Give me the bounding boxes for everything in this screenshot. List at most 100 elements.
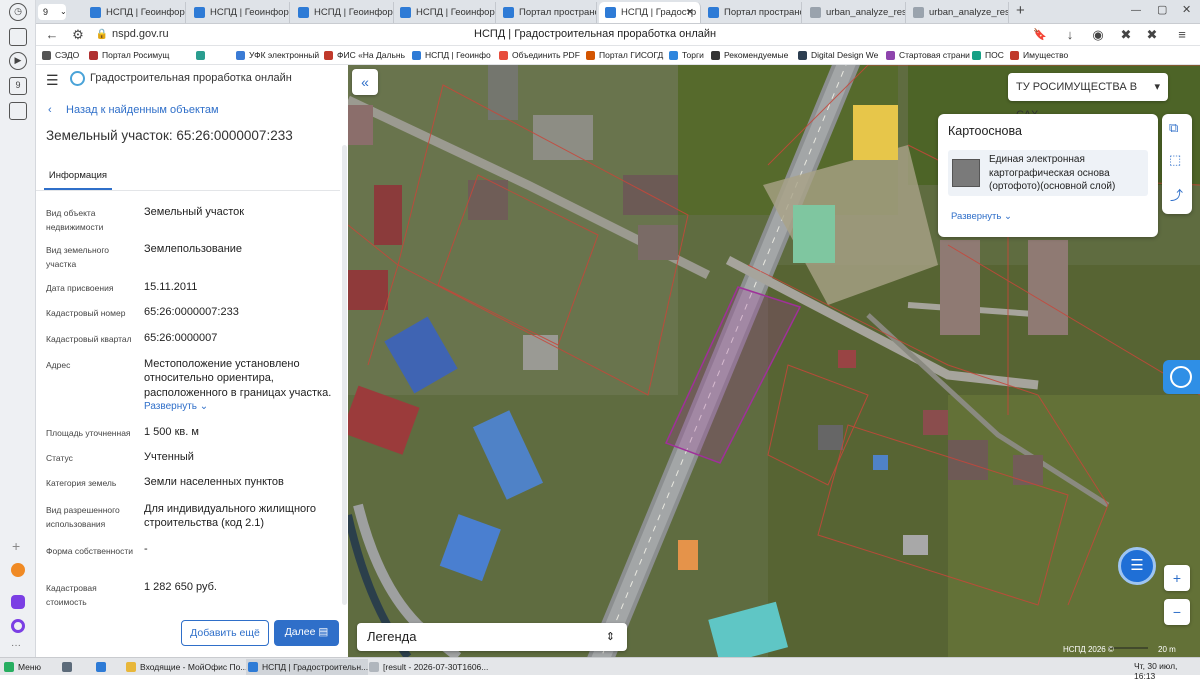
tab-9[interactable]: urban_analyze_resul [907, 2, 1009, 23]
taskbar-item[interactable]: Входящие - МойОфис По... [124, 659, 247, 675]
basemap-title: Картооснова [948, 124, 1022, 138]
zoom-out-button[interactable]: − [1164, 599, 1190, 625]
tab-5[interactable]: Портал пространст [497, 2, 597, 23]
add-more-button[interactable]: Добавить ещё [181, 620, 269, 646]
settings-icon[interactable]: ⚙ [70, 27, 86, 43]
back-link[interactable]: Назад к найденным объектам [66, 104, 219, 116]
tab-bar: 9 ⌄ НСПД | Геоинформ НСПД | Геоинформ НС… [36, 0, 1200, 24]
bookmark-icon[interactable]: 🔖 [1032, 27, 1048, 43]
row-label: Кадастровый номер [46, 308, 126, 318]
bookmark-item[interactable]: СЭДО [42, 48, 79, 63]
clock: Чт, 30 июл, 16:13 [1134, 661, 1178, 681]
tab-3[interactable]: НСПД | Геоинформ [292, 2, 394, 23]
logo-icon [70, 71, 85, 86]
clipboard-icon[interactable] [9, 102, 27, 120]
tab-7[interactable]: Портал пространст [702, 2, 802, 23]
zoom-in-button[interactable]: + [1164, 565, 1190, 591]
pages-icon[interactable] [9, 28, 27, 46]
bookmark-item[interactable]: ПОС [972, 48, 1004, 63]
bookmark-icon-only[interactable] [196, 48, 212, 63]
assistant-icon[interactable] [11, 619, 25, 633]
close-tab-icon[interactable]: ✕ [686, 2, 694, 23]
play-icon[interactable]: ▶ [9, 52, 27, 70]
row-label: Статус [46, 453, 73, 463]
counter-icon[interactable]: 9 [9, 77, 27, 95]
object-title: Земельный участок: 65:26:0000007:233 [46, 128, 293, 143]
add-icon[interactable]: + [12, 538, 20, 554]
row-label: Форма собственности [46, 546, 133, 556]
share-icon[interactable]: ⤴ [1170, 185, 1183, 204]
row-label: Вид земельного участка [46, 245, 110, 269]
tab-information[interactable]: Информация [44, 165, 112, 190]
basemap-layer-item[interactable]: Единая электронная картографическая осно… [948, 150, 1148, 196]
next-button[interactable]: Далее ▤ [274, 620, 339, 646]
side-widget-button[interactable] [1163, 360, 1200, 394]
scrollbar[interactable] [342, 145, 347, 605]
row-value: Для индивидуального жилищного строительс… [144, 503, 317, 529]
menu-icon[interactable]: ≡ [1174, 27, 1190, 43]
bookmark-item[interactable]: Объединить PDF [499, 48, 580, 63]
address-bar: ← ⚙ 🔒 nspd.gov.ru НСПД | Градостроительн… [36, 24, 1200, 46]
document-icon: ▤ [318, 626, 329, 638]
layers-icon[interactable]: ⧉ [1169, 120, 1178, 136]
mail-icon[interactable] [11, 563, 25, 577]
app-shortcut[interactable] [60, 659, 78, 675]
bookmark-item[interactable]: Портал Росимущ [89, 48, 169, 63]
back-chevron-icon[interactable]: ‹ [48, 104, 52, 116]
start-menu[interactable]: Меню [2, 659, 41, 675]
messenger-icon[interactable] [11, 595, 25, 609]
history-icon[interactable]: ◷ [9, 3, 27, 21]
browser-shortcut[interactable] [94, 659, 112, 675]
row-value: 1 282 650 руб. [144, 581, 217, 593]
legend-select[interactable]: Легенда ⇕ [357, 623, 627, 651]
download-icon[interactable]: ↓ [1062, 27, 1078, 43]
row-label: Дата присвоения [46, 283, 114, 293]
basemap-expand-link[interactable]: Развернуть ⌄ [951, 211, 1012, 222]
bookmark-item[interactable]: Стартовая страни [886, 48, 970, 63]
map-tools: ⧉ ⬚ ⤴ [1162, 114, 1192, 214]
select-area-icon[interactable]: ⬚ [1169, 152, 1181, 168]
tab-1[interactable]: НСПД | Геоинформ [84, 2, 186, 23]
taskbar-item[interactable]: [result - 2026-07-30T1606... [367, 659, 488, 675]
row-label: Вид объекта недвижимости [46, 208, 104, 232]
hamburger-icon[interactable]: ☰ [46, 72, 59, 89]
extension-icon[interactable]: ◉ [1090, 27, 1106, 43]
row-value: Землепользование [144, 243, 243, 255]
chat-button[interactable]: ☰ [1118, 547, 1156, 585]
more-icon[interactable]: ··· [11, 640, 21, 651]
chevron-down-icon[interactable]: ⌄ [60, 4, 74, 20]
expand-address-link[interactable]: Развернуть ⌄ [144, 401, 208, 412]
close-window-icon[interactable]: ✕ [1182, 3, 1191, 16]
url-text[interactable]: nspd.gov.ru [112, 28, 169, 40]
widget-icon [1170, 366, 1192, 388]
taskbar-item-active[interactable]: НСПД | Градостроительн... [246, 659, 369, 675]
region-select[interactable]: ТУ РОСИМУЩЕСТВА В САХ...▾ [1008, 73, 1168, 121]
tab-2[interactable]: НСПД | Геоинформ [188, 2, 290, 23]
row-label: Площадь уточненная [46, 428, 131, 438]
extension-2-icon[interactable]: ✖ [1118, 27, 1134, 43]
taskbar: Меню Входящие - МойОфис По... НСПД | Гра… [0, 657, 1200, 681]
bookmark-item[interactable]: Digital Design We [798, 48, 878, 63]
back-icon[interactable]: ← [44, 27, 60, 43]
bookmark-item[interactable]: Торги [669, 48, 704, 63]
chevron-down-icon: ▾ [1154, 81, 1160, 93]
tab-6-active[interactable]: НСПД | Градостр ✕ [599, 2, 701, 23]
maximize-icon[interactable]: ▢ [1157, 3, 1167, 16]
minimize-icon[interactable]: — [1131, 5, 1141, 16]
tab-4[interactable]: НСПД | Геоинформ [394, 2, 496, 23]
chat-icon: ☰ [1130, 557, 1144, 574]
new-tab-icon[interactable]: + [1016, 2, 1025, 19]
map-view[interactable]: « ТУ РОСИМУЩЕСТВА В САХ...▾ Картооснова … [348, 65, 1200, 657]
bookmark-item[interactable]: УФК электронный [236, 48, 319, 63]
sort-icon: ⇕ [605, 631, 615, 643]
bookmark-item[interactable]: Рекомендуемые [711, 48, 788, 63]
bookmark-item[interactable]: ФИС «На Дальнь [324, 48, 405, 63]
tab-8[interactable]: urban_analyze_resul [804, 2, 906, 23]
bookmark-item[interactable]: Портал ГИСОГД [586, 48, 663, 63]
bookmark-item[interactable]: Имущество [1010, 48, 1068, 63]
row-label: Адрес [46, 360, 71, 370]
row-label: Вид разрешенного использования [46, 505, 120, 529]
collapse-panel-button[interactable]: « [352, 69, 378, 95]
bookmark-item[interactable]: НСПД | Геоинфо [412, 48, 491, 63]
extension-3-icon[interactable]: ✖ [1144, 27, 1160, 43]
